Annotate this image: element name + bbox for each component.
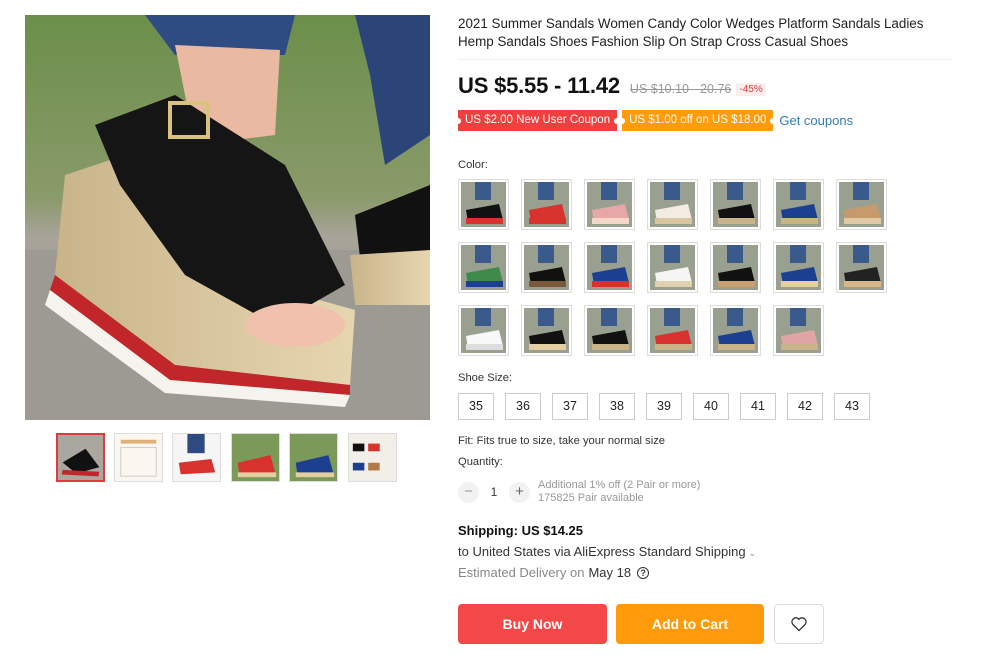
price-row: US $5.55 - 11.42 US $10.10 - 20.76 -45% [458,73,766,99]
size-option-35[interactable]: 35 [458,393,494,420]
chevron-down-icon[interactable]: ⌄ [749,548,757,558]
bulk-offer: Additional 1% off (2 Pair or more) [538,479,701,491]
color-swatch-black-slipper[interactable] [521,305,572,356]
help-icon[interactable]: ? [637,566,650,579]
color-swatch-black-thong[interactable] [710,179,761,230]
color-swatch-brown-black[interactable] [521,242,572,293]
shipping-method[interactable]: to United States via AliExpress Standard… [458,544,756,559]
size-option-36[interactable]: 36 [505,393,541,420]
color-swatch-navy-wedge[interactable] [710,305,761,356]
discount-badge: -45% [736,83,766,96]
size-option-43[interactable]: 43 [834,393,870,420]
divider [458,59,952,60]
shipping-label: Shipping: [458,523,518,538]
quantity-plus-button[interactable]: + [509,481,530,503]
shipping-method-text[interactable]: to United States via AliExpress Standard… [458,544,746,559]
color-label: Color: [458,159,488,171]
coupon-row: US $2.00 New User Coupon US $1.00 off on… [454,110,853,131]
thumbnail-1[interactable] [56,433,105,482]
quantity-info: Additional 1% off (2 Pair or more) 17582… [538,479,700,505]
size-option-39[interactable]: 39 [646,393,682,420]
wishlist-button[interactable] [774,604,824,644]
quantity-value[interactable]: 1 [479,485,509,499]
quantity-label: Quantity: [458,456,503,468]
color-swatch-white[interactable] [647,242,698,293]
delivery-label: Estimated Delivery on [458,565,585,580]
thumbnail-3[interactable] [172,433,221,482]
color-swatch-red-black[interactable] [458,179,509,230]
add-to-cart-button[interactable]: Add to Cart [616,604,764,644]
shipping-cost: Shipping: US $14.25 [458,523,583,538]
heart-icon [791,617,807,632]
main-product-image[interactable] [25,15,430,420]
color-swatch-black-wedge[interactable] [584,305,635,356]
thumbnail-5[interactable] [289,433,338,482]
size-label: Shoe Size: [458,372,513,384]
thumbnail-4[interactable] [231,433,280,482]
delivery-date: May 18 [588,565,632,580]
color-swatch-pink-wedge[interactable] [773,305,824,356]
size-option-38[interactable]: 38 [599,393,635,420]
color-swatch-white-sneaker[interactable] [458,305,509,356]
size-option-41[interactable]: 41 [740,393,776,420]
color-swatch-red-wedge[interactable] [647,305,698,356]
buy-now-button[interactable]: Buy Now [458,604,607,644]
stock-available: 175825 Pair available [538,492,644,504]
color-swatch-navy-beige[interactable] [773,242,824,293]
product-title: 2021 Summer Sandals Women Candy Color We… [458,16,924,49]
color-swatch-black-tan-2[interactable] [836,242,887,293]
color-swatch-navy-thong[interactable] [773,179,824,230]
thumbnail-2[interactable] [114,433,163,482]
new-user-coupon[interactable]: US $2.00 New User Coupon [454,110,621,131]
estimated-delivery: Estimated Delivery on May 18 ? [458,565,650,580]
color-swatch-white-beige[interactable] [647,179,698,230]
store-coupon[interactable]: US $1.00 off on US $18.00 [619,110,777,131]
get-coupons-link[interactable]: Get coupons [779,113,853,128]
size-option-40[interactable]: 40 [693,393,729,420]
color-swatch-blue-red[interactable] [584,242,635,293]
color-swatch-tan[interactable] [836,179,887,230]
quantity-stepper: − 1 + Additional 1% off (2 Pair or more)… [458,479,700,505]
color-swatch-red[interactable] [521,179,572,230]
size-option-37[interactable]: 37 [552,393,588,420]
color-swatch-pink[interactable] [584,179,635,230]
current-price: US $5.55 - 11.42 [458,73,620,98]
original-price: US $10.10 - 20.76 [629,82,732,96]
quantity-minus-button[interactable]: − [458,481,479,503]
size-option-42[interactable]: 42 [787,393,823,420]
color-swatch-black-tan[interactable] [710,242,761,293]
thumbnail-6[interactable] [348,433,397,482]
shipping-price: US $14.25 [521,523,583,538]
fit-note: Fit: Fits true to size, take your normal… [458,435,666,447]
color-swatch-green[interactable] [458,242,509,293]
